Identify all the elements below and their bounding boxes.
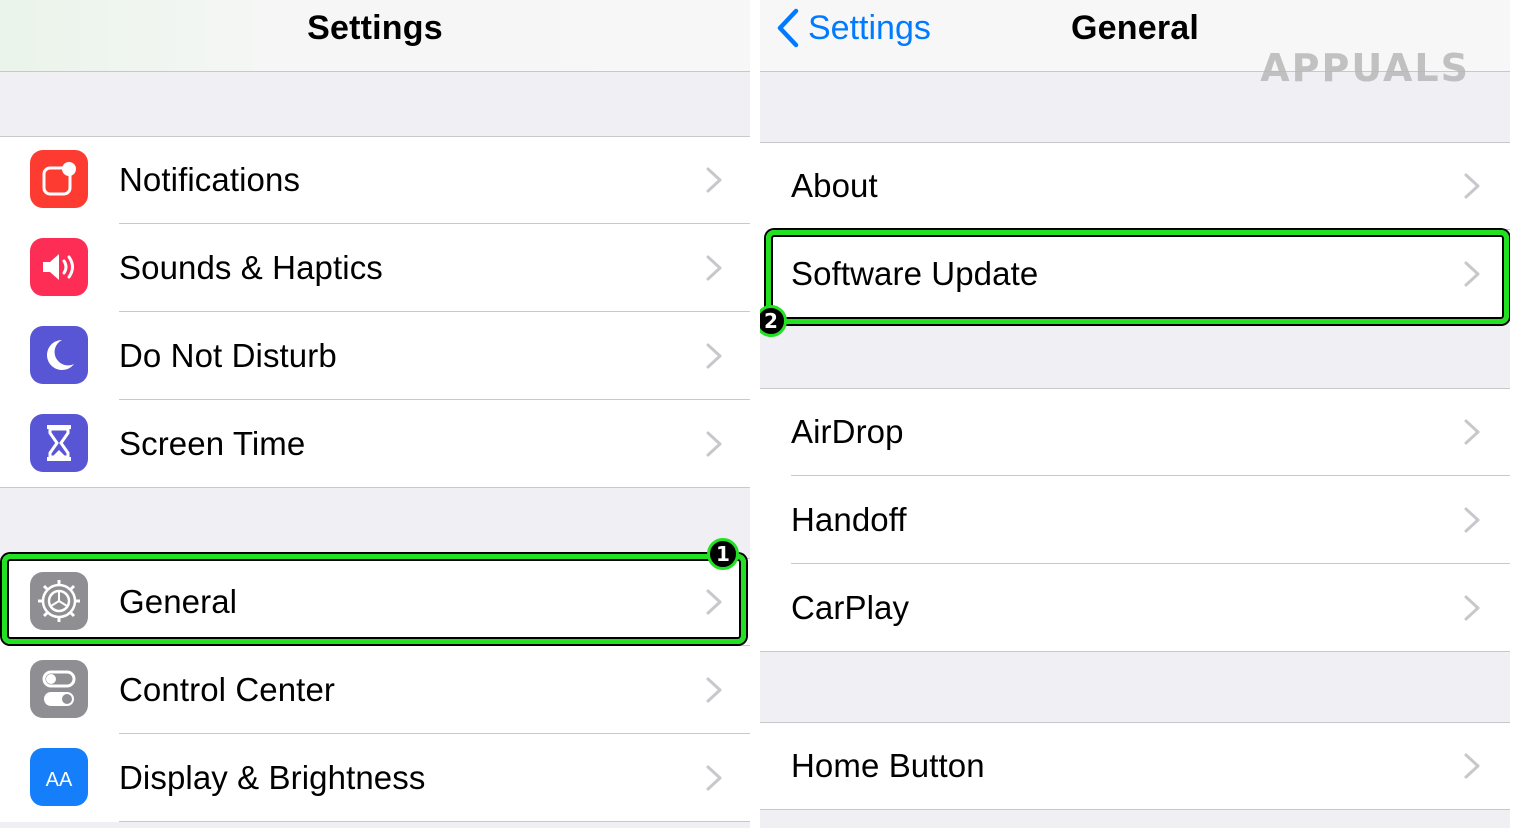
settings-row-label: Notifications — [119, 161, 301, 198]
settings-row-sounds[interactable]: Sounds & Haptics — [0, 224, 750, 312]
chevron-right-icon — [1464, 507, 1480, 533]
step-2-highlight — [766, 230, 1509, 324]
general-screen: Settings General APPUALS About Software … — [760, 0, 1510, 828]
chevron-right-icon — [1464, 753, 1480, 779]
general-row-label: CarPlay — [791, 589, 910, 626]
general-row-label: Home Button — [791, 747, 985, 784]
settings-row-screen-time[interactable]: Screen Time — [0, 400, 750, 488]
general-group-2: AirDrop Handoff CarPlay — [760, 388, 1510, 652]
settings-row-label: Do Not Disturb — [119, 337, 337, 374]
settings-row-notifications[interactable]: Notifications — [0, 136, 750, 224]
general-group-3: Home Button — [760, 722, 1510, 810]
settings-row-label: Screen Time — [119, 425, 306, 462]
settings-row-label: Sounds & Haptics — [119, 249, 383, 286]
text-size-icon: AA — [30, 748, 88, 806]
settings-title: Settings — [307, 9, 443, 47]
general-row-airdrop[interactable]: AirDrop — [760, 388, 1510, 476]
settings-row-label: Display & Brightness — [119, 759, 426, 796]
chevron-right-icon — [706, 765, 722, 791]
chevron-right-icon — [1464, 173, 1480, 199]
notifications-icon — [30, 150, 88, 208]
chevron-right-icon — [706, 167, 722, 193]
general-row-about[interactable]: About — [760, 142, 1510, 230]
settings-row-display-brightness[interactable]: AA Display & Brightness — [0, 734, 750, 822]
watermark: APPUALS — [1260, 46, 1470, 90]
chevron-right-icon — [1464, 419, 1480, 445]
chevron-right-icon — [706, 677, 722, 703]
general-row-label: About — [791, 167, 878, 204]
chevron-right-icon — [706, 343, 722, 369]
general-row-home-button[interactable]: Home Button — [760, 722, 1510, 810]
text-size-glyph: AA — [45, 768, 73, 791]
settings-screen: Settings Notifications Sounds & Haptics … — [0, 0, 750, 828]
chevron-right-icon — [706, 255, 722, 281]
settings-group-1: Notifications Sounds & Haptics Do Not Di… — [0, 136, 750, 488]
settings-row-label: Control Center — [119, 671, 335, 708]
settings-row-do-not-disturb[interactable]: Do Not Disturb — [0, 312, 750, 400]
settings-row-control-center[interactable]: Control Center — [0, 646, 750, 734]
speaker-icon — [30, 238, 88, 296]
chevron-right-icon — [1464, 595, 1480, 621]
general-row-handoff[interactable]: Handoff — [760, 476, 1510, 564]
general-row-carplay[interactable]: CarPlay — [760, 564, 1510, 652]
chevron-right-icon — [706, 431, 722, 457]
general-row-label: Handoff — [791, 501, 907, 538]
moon-icon — [30, 326, 88, 384]
step-1-highlight — [2, 554, 746, 644]
step-1-badge: 1 — [707, 538, 739, 570]
step-2-badge: 2 — [760, 305, 787, 337]
hourglass-icon — [30, 414, 88, 472]
settings-navbar: Settings — [0, 0, 750, 72]
general-row-label: AirDrop — [791, 413, 904, 450]
switches-icon — [30, 660, 88, 718]
